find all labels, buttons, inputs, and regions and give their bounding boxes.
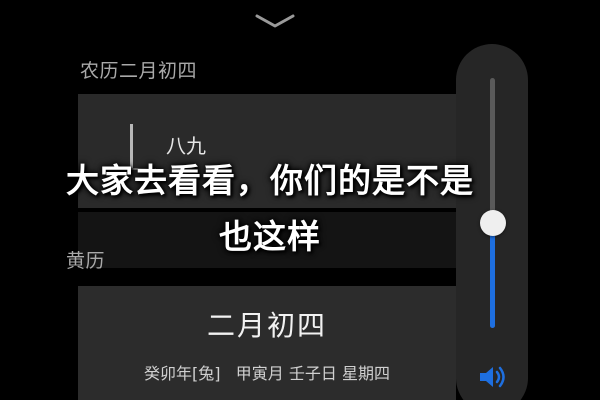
chevron-down-icon[interactable] — [254, 12, 296, 30]
screen: 农历二月初四 八九 黄历 二月初四 癸卯年[兔] 甲寅月 壬子日 星期四 大家去… — [0, 0, 600, 400]
video-caption-line-1: 大家去看看，你们的是不是 — [66, 161, 474, 200]
video-caption-line-2: 也这样 — [219, 217, 321, 256]
date-detail-card[interactable]: 二月初四 癸卯年[兔] 甲寅月 壬子日 星期四 — [78, 286, 456, 400]
speaker-icon[interactable] — [478, 364, 508, 390]
date-title: 二月初四 — [206, 309, 327, 342]
volume-slider-track[interactable] — [490, 78, 495, 328]
lunar-date-label: 农历二月初四 — [80, 60, 198, 82]
date-subtitle: 癸卯年[兔] 甲寅月 壬子日 星期四 — [144, 364, 390, 383]
